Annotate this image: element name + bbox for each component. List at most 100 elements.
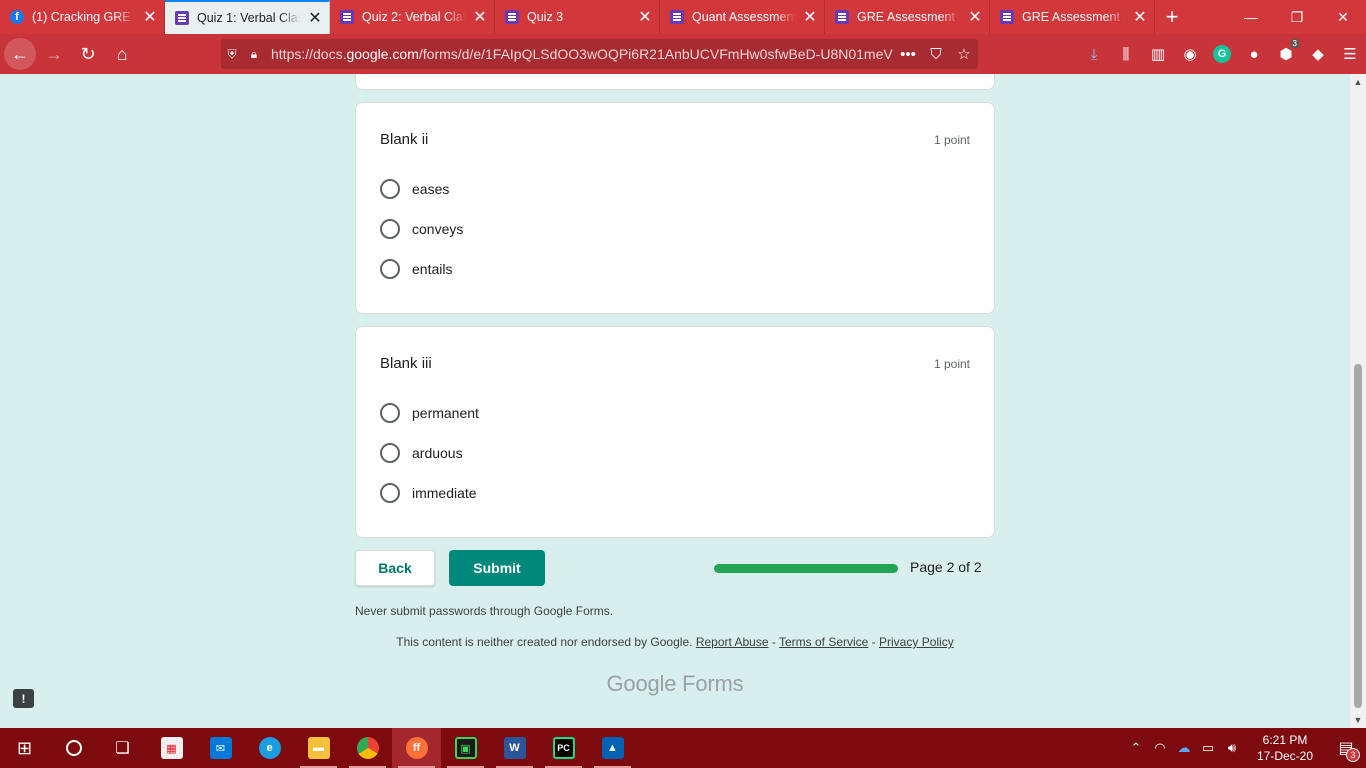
wifi-icon[interactable]: ◠	[1148, 740, 1172, 756]
tab-gre-assessment-b[interactable]: GRE Assessment 3 ✕	[990, 0, 1155, 34]
clock[interactable]: 6:21 PM 17-Dec-20	[1244, 732, 1326, 764]
report-abuse-link[interactable]: Report Abuse	[696, 635, 769, 649]
new-tab-button[interactable]: +	[1155, 0, 1189, 34]
home-icon[interactable]: ⌂	[106, 38, 138, 70]
windows-start-icon[interactable]: ⊞	[0, 728, 49, 768]
tab-quiz-2[interactable]: Quiz 2: Verbal Class ✕	[330, 0, 495, 34]
restore-icon[interactable]: ❐	[1274, 0, 1320, 34]
close-icon[interactable]: ✕	[301, 8, 329, 28]
tab-label: GRE Assessment 3	[1022, 10, 1126, 24]
notification-center-icon[interactable]: ▤ 3	[1326, 728, 1366, 768]
sidebar-icon[interactable]: ▥	[1142, 38, 1174, 70]
word-icon[interactable]: W	[490, 728, 539, 768]
close-icon[interactable]: ✕	[961, 7, 989, 27]
disclaimer-text: This content is neither created nor endo…	[396, 635, 693, 649]
option-label: entails	[412, 261, 453, 277]
close-icon[interactable]: ✕	[1126, 7, 1154, 27]
close-window-icon[interactable]: ✕	[1320, 0, 1366, 34]
radio-button[interactable]	[380, 443, 400, 463]
tab-gre-assessment-a[interactable]: GRE Assessment 3 ✕	[825, 0, 990, 34]
radio-option[interactable]: conveys	[380, 219, 463, 239]
notification-badge: 3	[1346, 748, 1360, 762]
question-title: Blank iii	[380, 355, 432, 372]
chrome-icon[interactable]	[343, 728, 392, 768]
extension-icon-2[interactable]: ◆	[1302, 38, 1334, 70]
google-forms-icon	[175, 11, 189, 25]
tab-quant-assessment[interactable]: Quant Assessment ✕	[660, 0, 825, 34]
close-icon[interactable]: ✕	[631, 7, 659, 27]
scroll-up-icon[interactable]: ▲	[1350, 74, 1366, 90]
firefox-icon[interactable]: ff	[392, 728, 441, 768]
progress-fill	[714, 564, 898, 573]
windows-taskbar: ⊞ ❏ ▦ ✉ e ▬ ff ▣ W PC ▲ ⌃ ◠ ☁ ▭ 🔊︎ 6:21 …	[0, 728, 1366, 768]
radio-option[interactable]: eases	[380, 179, 449, 199]
submit-button[interactable]: Submit	[449, 550, 545, 586]
account-icon[interactable]: ◉	[1174, 38, 1206, 70]
download-icon[interactable]: ⤓	[1078, 38, 1110, 70]
page-scrollbar[interactable]: ▲ ▼	[1350, 74, 1366, 728]
chevron-up-icon[interactable]: ⌃	[1124, 740, 1148, 756]
shield-icon[interactable]: ⛨	[221, 47, 243, 62]
radio-button[interactable]	[380, 483, 400, 503]
grammarly-icon[interactable]: G	[1213, 45, 1231, 63]
option-label: immediate	[412, 485, 477, 501]
battery-icon[interactable]: ▭	[1196, 740, 1220, 756]
url-prefix: https://docs.	[271, 46, 347, 62]
tab-quiz-3[interactable]: Quiz 3 ✕	[495, 0, 660, 34]
radio-button[interactable]	[380, 179, 400, 199]
scroll-down-icon[interactable]: ▼	[1350, 712, 1366, 728]
radio-option[interactable]: permanent	[380, 403, 479, 423]
menu-icon[interactable]: ☰	[1334, 38, 1366, 70]
pycharm-icon[interactable]: PC	[539, 728, 588, 768]
onedrive-icon[interactable]: ☁	[1172, 740, 1196, 756]
close-icon[interactable]: ✕	[796, 7, 824, 27]
feedback-icon[interactable]: !	[13, 689, 34, 708]
close-icon[interactable]: ✕	[466, 7, 494, 27]
bookmark-star-icon[interactable]: ☆	[950, 45, 978, 63]
option-label: arduous	[412, 445, 463, 461]
tab-cracking-gre[interactable]: f (1) Cracking GRE se ✕	[0, 0, 165, 34]
ublock-icon[interactable]: ⬢ 3	[1270, 38, 1302, 70]
radio-option[interactable]: entails	[380, 259, 452, 279]
file-explorer-icon[interactable]: ▬	[294, 728, 343, 768]
url-text[interactable]: https://docs.google.com/forms/d/e/1FAIpQ…	[271, 46, 894, 62]
back-arrow-icon[interactable]: ←	[4, 38, 36, 70]
question-title: Blank ii	[380, 131, 429, 148]
google-forms-logo[interactable]: Google Forms	[0, 671, 1350, 697]
url-domain: google.com	[346, 46, 419, 62]
search-icon[interactable]	[49, 728, 98, 768]
page-actions-icon[interactable]: •••	[894, 46, 922, 63]
address-bar[interactable]: ⛨ 🔒︎ https://docs.google.com/forms/d/e/1…	[221, 39, 978, 69]
photos-icon[interactable]: ▲	[588, 728, 637, 768]
reload-icon[interactable]: ↻	[72, 38, 104, 70]
terminal-icon[interactable]: ▣	[441, 728, 490, 768]
mail-icon[interactable]: ✉	[196, 728, 245, 768]
question-card-blank-iii: Blank iii 1 point permanent arduous imme…	[355, 326, 995, 538]
edge-icon[interactable]: e	[245, 728, 294, 768]
task-view-icon[interactable]: ❏	[98, 728, 147, 768]
radio-button[interactable]	[380, 403, 400, 423]
radio-option[interactable]: arduous	[380, 443, 463, 463]
close-icon[interactable]: ✕	[136, 7, 164, 27]
store-icon[interactable]: ▦	[147, 728, 196, 768]
progress-bar	[714, 564, 898, 573]
tab-label: Quant Assessment	[692, 10, 796, 24]
lock-icon[interactable]: 🔒︎	[243, 47, 265, 62]
volume-icon[interactable]: 🔊︎	[1220, 740, 1244, 756]
radio-option[interactable]: immediate	[380, 483, 477, 503]
terms-of-service-link[interactable]: Terms of Service	[779, 635, 868, 649]
password-warning: Never submit passwords through Google Fo…	[355, 604, 614, 618]
tab-quiz-1[interactable]: Quiz 1: Verbal Class ✕	[165, 0, 330, 34]
radio-button[interactable]	[380, 219, 400, 239]
radio-button[interactable]	[380, 259, 400, 279]
privacy-policy-link[interactable]: Privacy Policy	[879, 635, 954, 649]
option-label: conveys	[412, 221, 464, 237]
library-icon[interactable]: ⫼	[1110, 38, 1142, 70]
window-controls: — ❐ ✕	[1228, 0, 1366, 34]
extension-icon[interactable]: ●	[1238, 38, 1270, 70]
back-button[interactable]: Back	[355, 550, 435, 586]
pocket-icon[interactable]: ⛉	[922, 46, 950, 63]
forward-arrow-icon[interactable]: →	[38, 38, 70, 70]
scroll-thumb[interactable]	[1354, 364, 1362, 708]
minimize-icon[interactable]: —	[1228, 0, 1274, 34]
